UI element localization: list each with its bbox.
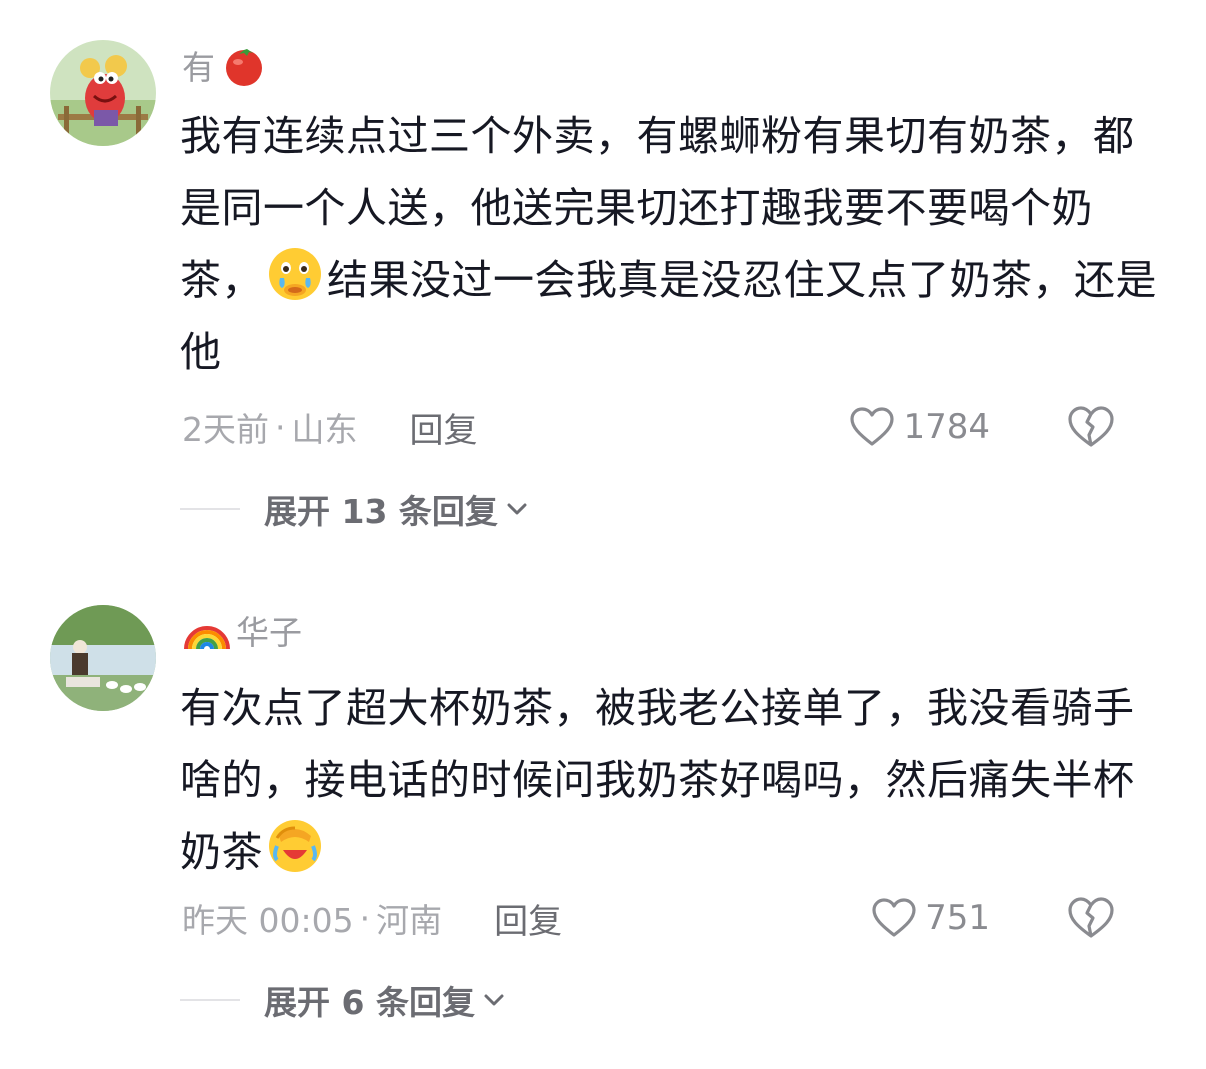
expand-replies-label: 展开 6 条回复 — [264, 983, 475, 1022]
location: 河南 — [376, 901, 443, 940]
heart-icon — [850, 407, 895, 446]
separator: · — [275, 407, 286, 447]
username[interactable]: 华子 — [182, 607, 302, 653]
reply-button[interactable]: 回复 — [410, 403, 478, 452]
facepalm-laugh-icon — [265, 816, 325, 876]
comment-meta: 2天前 · 山东 回复 1784 — [182, 402, 1162, 452]
like-count: 751 — [925, 898, 990, 938]
timestamp: 2天前 — [182, 410, 269, 449]
broken-heart-icon[interactable] — [1066, 895, 1116, 941]
reply-button[interactable]: 回复 — [494, 894, 562, 943]
crying-face-icon — [265, 244, 325, 304]
like-button[interactable]: 1784 — [849, 402, 990, 452]
expand-replies-button[interactable]: 展开 6 条回复 — [180, 975, 505, 1025]
broken-heart-icon[interactable] — [1066, 404, 1116, 450]
location: 山东 — [291, 410, 358, 449]
username[interactable]: 有 — [182, 42, 269, 88]
tomato-icon — [219, 42, 269, 88]
comment-text-part: 结果没过一会我真是没忍住又点了奶茶，还是他 — [180, 256, 1157, 376]
separator: · — [359, 898, 371, 938]
comment-text: 我有连续点过三个外卖，有螺蛳粉有果切有奶茶，都是同一个人送，他送完果切还打趣我要… — [180, 100, 1170, 388]
like-button[interactable]: 751 — [871, 893, 990, 943]
chevron-down-icon — [507, 503, 527, 515]
rainbow-icon — [182, 607, 232, 653]
divider-line — [180, 999, 240, 1001]
expand-replies-button[interactable]: 展开 13 条回复 — [180, 484, 528, 534]
avatar[interactable] — [50, 605, 156, 711]
heart-icon — [872, 898, 916, 937]
like-count: 1784 — [903, 407, 990, 447]
timestamp: 昨天 00:05 — [182, 901, 354, 940]
expand-replies-label: 展开 13 条回复 — [264, 492, 498, 531]
username-text: 华子 — [236, 613, 302, 652]
divider-line — [180, 508, 240, 510]
avatar[interactable] — [50, 40, 156, 146]
username-text: 有 — [182, 48, 215, 87]
chevron-down-icon — [484, 994, 504, 1006]
comment-text: 有次点了超大杯奶茶，被我老公接单了，我没看骑手啥的，接电话的时候问我奶茶好喝吗，… — [180, 672, 1170, 888]
comment-meta: 昨天 00:05 · 河南 回复 751 — [182, 893, 1162, 943]
